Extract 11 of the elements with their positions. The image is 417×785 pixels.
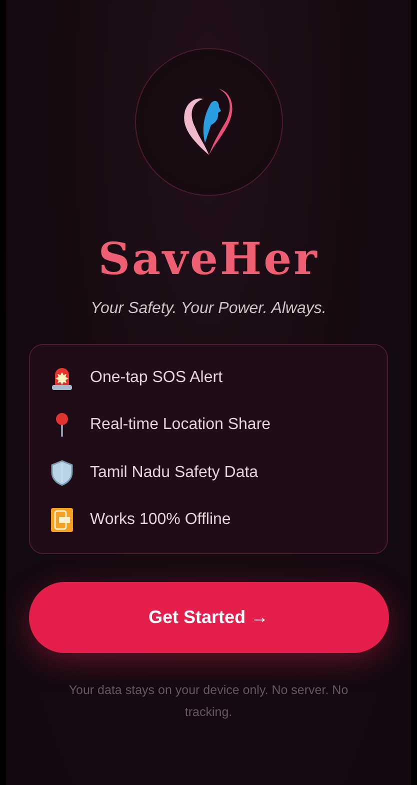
siren-icon xyxy=(50,365,74,391)
tagline: Your Safety. Your Power. Always. xyxy=(90,300,326,318)
feature-label: Works 100% Offline xyxy=(90,510,231,529)
feature-label: One-tap SOS Alert xyxy=(90,369,223,387)
feature-label: Tamil Nadu Safety Data xyxy=(90,464,258,482)
feature-label: Real-time Location Share xyxy=(90,416,271,434)
privacy-note: Your data stays on your device only. No server. No tracking. xyxy=(68,682,350,721)
shield-icon xyxy=(50,460,74,486)
get-started-button[interactable]: Get Started → xyxy=(28,582,388,653)
phone-off-icon xyxy=(50,506,74,533)
app-title: SaveHer xyxy=(98,234,319,286)
